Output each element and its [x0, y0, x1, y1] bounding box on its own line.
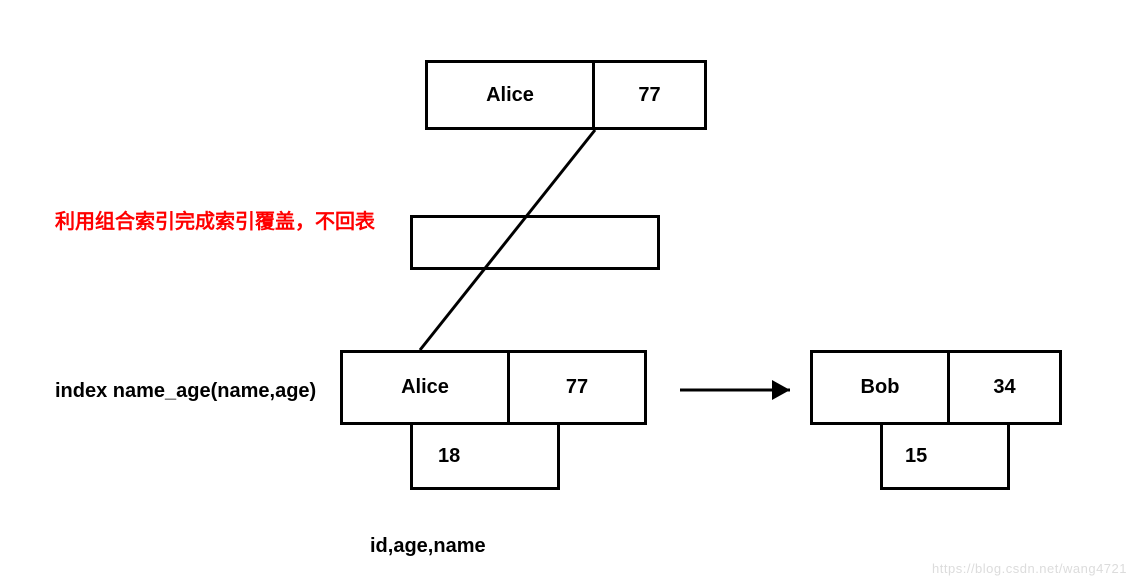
right-leaf-name-cell: Bob — [810, 350, 950, 425]
watermark: https://blog.csdn.net/wang4721 — [932, 561, 1127, 576]
left-leaf-name-cell: Alice — [340, 350, 510, 425]
bottom-caption: id,age,name — [370, 535, 486, 558]
right-leaf-name: Bob — [861, 376, 900, 399]
left-leaf-age-cell: 77 — [507, 350, 647, 425]
index-label: index name_age(name,age) — [55, 380, 316, 403]
top-node-age-cell: 77 — [592, 60, 707, 130]
left-leaf-age: 77 — [566, 376, 588, 399]
top-node-age: 77 — [638, 84, 660, 107]
right-leaf-age: 34 — [993, 376, 1015, 399]
left-leaf-id: 18 — [438, 445, 460, 468]
right-leaf-id-cell: 15 — [880, 422, 1010, 490]
top-node-name-cell: Alice — [425, 60, 595, 130]
left-leaf-name: Alice — [401, 376, 449, 399]
top-node-name: Alice — [486, 84, 534, 107]
left-leaf-id-cell: 18 — [410, 422, 560, 490]
caption-red: 利用组合索引完成索引覆盖，不回表 — [55, 205, 375, 234]
middle-empty-box — [410, 215, 660, 270]
right-leaf-id: 15 — [905, 445, 927, 468]
right-leaf-age-cell: 34 — [947, 350, 1062, 425]
